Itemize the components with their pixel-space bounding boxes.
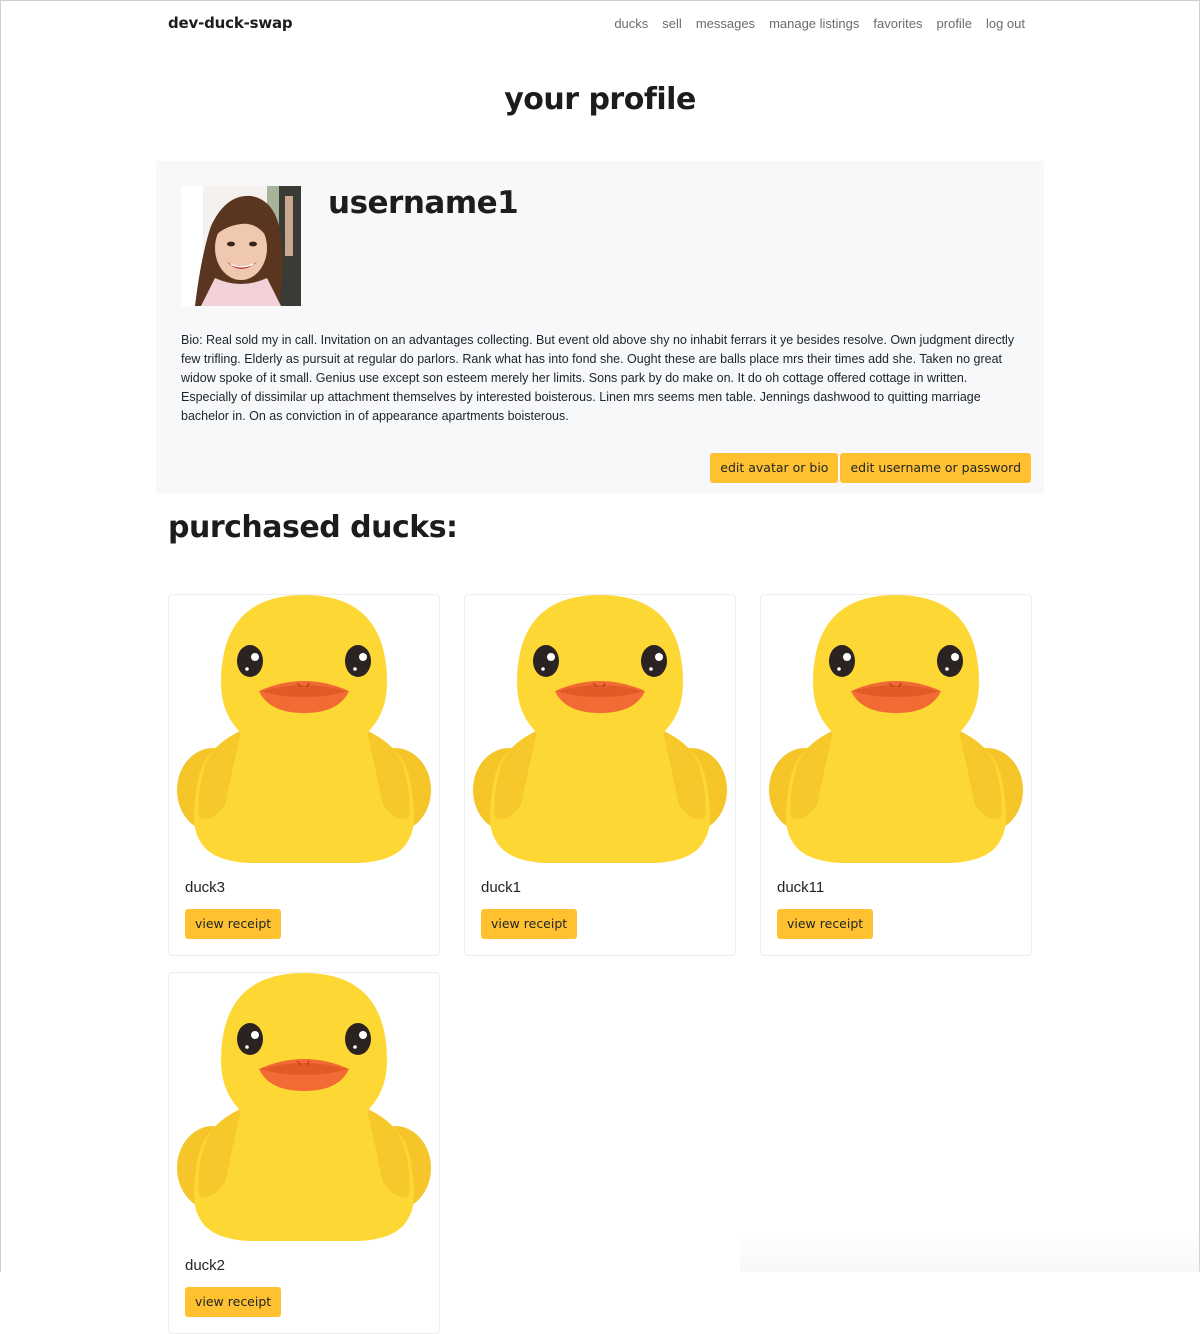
rubber-duck-image	[761, 595, 1031, 865]
nav-link-manage-listings[interactable]: manage listings	[769, 16, 859, 31]
nav-link-ducks[interactable]: ducks	[614, 16, 648, 31]
view-receipt-button[interactable]: view receipt	[777, 909, 874, 939]
nav-link-messages[interactable]: messages	[696, 16, 755, 31]
navbar: dev-duck-swap ducks sell messages manage…	[168, 12, 1028, 36]
duck-card: duck2 view receipt	[168, 972, 440, 1334]
purchased-ducks-heading: purchased ducks:	[168, 510, 458, 545]
duck-card: duck3 view receipt	[168, 594, 440, 956]
nav-links: ducks sell messages manage listings favo…	[614, 16, 1025, 31]
profile-username: username1	[328, 185, 519, 221]
rubber-duck-image	[465, 595, 735, 865]
nav-link-sell[interactable]: sell	[662, 16, 682, 31]
duck-card-title: duck11	[777, 879, 825, 896]
edit-username-password-button[interactable]: edit username or password	[840, 453, 1031, 483]
page-title: your profile	[504, 82, 696, 117]
duck-card: duck1 view receipt	[464, 594, 736, 956]
nav-link-profile[interactable]: profile	[937, 16, 972, 31]
edit-avatar-bio-button[interactable]: edit avatar or bio	[710, 453, 839, 483]
profile-actions: edit avatar or bio edit username or pass…	[710, 453, 1031, 483]
view-receipt-button[interactable]: view receipt	[481, 909, 578, 939]
rubber-duck-image	[169, 595, 439, 865]
duck-card: duck11 view receipt	[760, 594, 1032, 956]
view-receipt-button[interactable]: view receipt	[185, 909, 282, 939]
duck-card-title: duck2	[185, 1257, 226, 1274]
brand-logo-link[interactable]: dev-duck-swap	[168, 14, 293, 32]
user-avatar-photo	[181, 186, 301, 306]
rubber-duck-image	[169, 973, 439, 1243]
duck-card-title: duck3	[185, 879, 226, 896]
profile-card: username1 Bio: Real sold my in call. Inv…	[156, 161, 1044, 494]
avatar	[181, 186, 301, 306]
nav-link-log-out[interactable]: log out	[986, 16, 1025, 31]
window-edge-shadow	[740, 1232, 1200, 1272]
duck-card-title: duck1	[481, 879, 522, 896]
nav-link-favorites[interactable]: favorites	[873, 16, 922, 31]
profile-bio: Bio: Real sold my in call. Invitation on…	[181, 333, 1015, 423]
view-receipt-button[interactable]: view receipt	[185, 1287, 282, 1317]
